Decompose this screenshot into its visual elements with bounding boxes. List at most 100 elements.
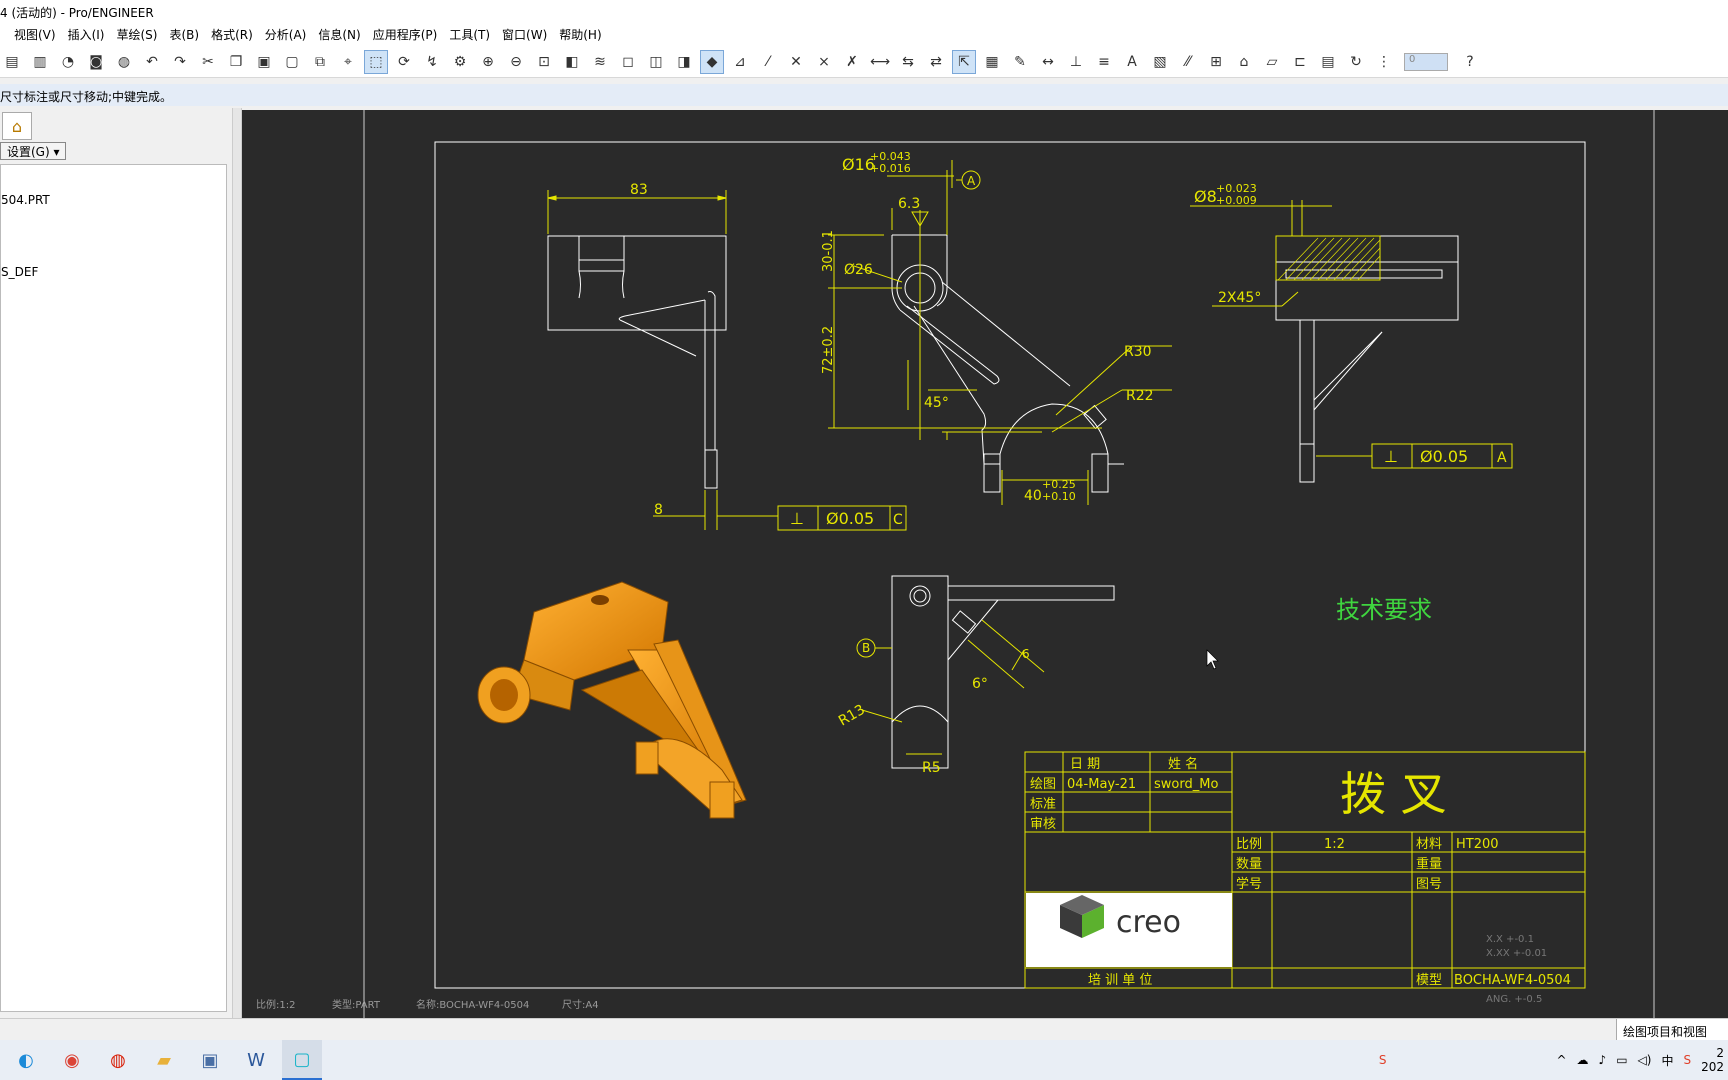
dim-d8-text[interactable]: Ø8 [1194, 187, 1217, 206]
layers-icon[interactable]: ≋ [588, 50, 612, 74]
update-icon[interactable]: ↻ [1344, 50, 1368, 74]
group-icon[interactable]: ⊏ [1288, 50, 1312, 74]
tree-item-part[interactable]: 504.PRT [1, 193, 50, 207]
filter-selector[interactable]: 绘图项目和视图 [1616, 1019, 1728, 1041]
datum-axis-icon[interactable]: ⁄ [756, 50, 780, 74]
menu-applications[interactable]: 应用程序(P) [373, 26, 438, 46]
proengineer-icon[interactable]: ▢ [282, 1040, 322, 1080]
menu-view[interactable]: 视图(V) [14, 26, 56, 46]
menu-tools[interactable]: 工具(T) [449, 26, 490, 46]
print-icon[interactable]: ▤ [0, 50, 24, 74]
tb-material-value[interactable]: HT200 [1456, 837, 1499, 852]
menu-format[interactable]: 格式(R) [211, 26, 253, 46]
tb-scale-value[interactable]: 1:2 [1324, 837, 1345, 852]
find-icon[interactable]: ⌖ [336, 50, 360, 74]
ime-indicator[interactable]: 中 [1661, 1052, 1673, 1069]
dim-r13-text[interactable]: R13 [836, 702, 868, 730]
select-box-icon[interactable]: ⬚ [364, 49, 388, 74]
dim-45-text[interactable]: 45° [924, 395, 949, 411]
sheet-spinner[interactable]: 0 [1404, 52, 1448, 71]
copy-icon[interactable]: ❐ [224, 50, 248, 74]
datum-point-icon[interactable]: ✕ [784, 50, 808, 74]
spin-icon[interactable]: ↯ [420, 50, 444, 74]
datum-csys-icon[interactable]: ⨯ [812, 50, 836, 74]
dim-chamfer-text[interactable]: 2X45° [1218, 290, 1261, 306]
dimension-icon[interactable]: ⟷ [868, 50, 892, 74]
shaded-3d-model[interactable] [477, 581, 747, 819]
delete-icon[interactable]: ✗ [840, 50, 864, 74]
ordinate-icon[interactable]: ⇆ [896, 50, 920, 74]
dim-72-text[interactable]: 72±0.2 [821, 326, 836, 374]
model-tree-tab-icon[interactable]: ⌂ [2, 112, 32, 140]
vdim-icon[interactable]: ⊥ [1064, 50, 1088, 74]
menu-help[interactable]: 帮助(H) [559, 26, 601, 46]
print2-icon[interactable]: ▥ [28, 50, 52, 74]
table-icon[interactable]: ▦ [980, 50, 1004, 74]
menu-table[interactable]: 表(B) [169, 26, 199, 46]
hidden-line-icon[interactable]: ◫ [644, 50, 668, 74]
folder-icon[interactable]: ▱ [1260, 50, 1284, 74]
dim-8-text[interactable]: 8 [654, 502, 663, 518]
send-icon[interactable]: ◔ [56, 50, 80, 74]
repaint-icon[interactable]: ⟳ [392, 50, 416, 74]
file-explorer-icon[interactable]: ▰ [144, 1040, 184, 1080]
tree-item-default[interactable]: S_DEF [1, 265, 38, 279]
redo-icon[interactable]: ↷ [168, 50, 192, 74]
word-icon[interactable]: W [236, 1040, 276, 1080]
dim-6-text[interactable]: 6 [1022, 647, 1030, 661]
no-hidden-icon[interactable]: ◨ [672, 50, 696, 74]
zoom-out-icon[interactable]: ⊖ [504, 50, 528, 74]
settings-dropdown[interactable]: 设置(G) ▾ [0, 142, 66, 160]
network-icon[interactable]: ▭ [1616, 1053, 1627, 1067]
close-window-icon[interactable]: ◍ [112, 50, 136, 74]
menu-window[interactable]: 窗口(W) [502, 26, 547, 46]
note-icon[interactable]: ✎ [1008, 50, 1032, 74]
tech-requirements[interactable]: 技术要求 [1336, 596, 1432, 624]
param-icon[interactable]: ⋮ [1372, 50, 1396, 74]
dim-r22-text[interactable]: R22 [1126, 388, 1154, 404]
dim-30-text[interactable]: 30-0.1 [821, 230, 836, 272]
saved-views-icon[interactable]: ◧ [560, 50, 584, 74]
move-item-icon[interactable]: ⇱ [952, 49, 976, 74]
panel-splitter[interactable] [232, 108, 242, 1028]
menu-info[interactable]: 信息(N) [318, 26, 360, 46]
dim-r5-text[interactable]: R5 [922, 760, 941, 776]
tb-draw-author[interactable]: sword_Mo [1154, 777, 1218, 792]
cut-icon[interactable]: ✂ [196, 50, 220, 74]
tb-part-name[interactable]: 拨 叉 [1340, 767, 1447, 821]
undo-icon[interactable]: ↶ [140, 50, 164, 74]
zoom-in-icon[interactable]: ⊕ [476, 50, 500, 74]
mic-icon[interactable]: ♪ [1599, 1053, 1607, 1067]
snap-icon[interactable]: ⊞ [1204, 50, 1228, 74]
dim-6-3-text[interactable]: 6.3 [898, 196, 920, 212]
zoom-fit-icon[interactable]: ⊡ [532, 50, 556, 74]
pdf-icon[interactable]: ◙ [84, 50, 108, 74]
chrome-icon[interactable]: ◉ [52, 1040, 92, 1080]
clock[interactable]: 2 202 [1701, 1046, 1724, 1074]
wireframe-icon[interactable]: ◻ [616, 50, 640, 74]
dim-40-text[interactable]: 40 [1024, 488, 1042, 504]
app-icon[interactable]: ▣ [190, 1040, 230, 1080]
volume-icon[interactable]: ◁) [1638, 1053, 1652, 1067]
align-icon[interactable]: ≡ [1092, 50, 1116, 74]
show-annotations-icon[interactable]: ⇄ [924, 50, 948, 74]
netease-music-icon[interactable]: ◍ [98, 1040, 138, 1080]
dim-6deg-text[interactable]: 6° [972, 676, 988, 692]
dim-83-text[interactable]: 83 [630, 182, 648, 198]
paste-icon[interactable]: ▣ [252, 50, 276, 74]
sogou-tray-icon[interactable]: S [1683, 1053, 1691, 1067]
dim-d26-text[interactable]: Ø26 [844, 262, 873, 278]
regenerate-icon[interactable]: ⧉ [308, 50, 332, 74]
menu-insert[interactable]: 插入(I) [68, 26, 105, 46]
tb-model-value[interactable]: BOCHA-WF4-0504 [1454, 973, 1571, 988]
tb-draw-date[interactable]: 04-May-21 [1067, 777, 1136, 792]
menu-sketch[interactable]: 草绘(S) [116, 26, 157, 46]
datum-plane-icon[interactable]: ⊿ [728, 50, 752, 74]
context-help-icon[interactable]: ? [1458, 50, 1482, 74]
sogou-icon[interactable]: S [1379, 1053, 1387, 1067]
show-hidden-icon[interactable]: ^ [1556, 1053, 1566, 1067]
drawing-canvas[interactable]: 83 8 ⊥ Ø0.05 C Ø16 +0.043 +0.016 A 6.3 3… [242, 110, 1728, 1018]
table2-icon[interactable]: ▤ [1316, 50, 1340, 74]
hatch-icon[interactable]: ▧ [1148, 50, 1172, 74]
hdim-icon[interactable]: ↔ [1036, 50, 1060, 74]
